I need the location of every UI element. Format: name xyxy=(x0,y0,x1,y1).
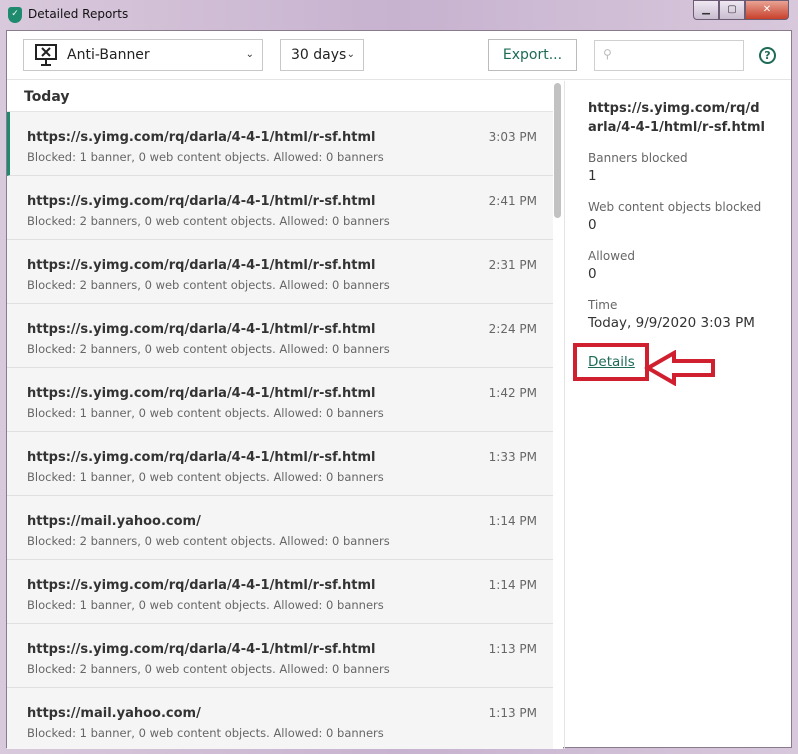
item-description: Blocked: 2 banners, 0 web content object… xyxy=(27,278,390,292)
title-bar: ✓ Detailed Reports ▁ ▢ ✕ xyxy=(0,0,798,30)
item-description: Blocked: 2 banners, 0 web content object… xyxy=(27,534,390,548)
search-icon: ⚲ xyxy=(603,47,612,61)
web-content-blocked-label: Web content objects blocked xyxy=(588,200,762,214)
item-url: https://s.yimg.com/rq/darla/4-4-1/html/r… xyxy=(27,642,376,657)
report-list: Today https://s.yimg.com/rq/darla/4-4-1/… xyxy=(7,81,563,749)
list-item[interactable]: https://s.yimg.com/rq/darla/4-4-1/html/r… xyxy=(7,176,553,240)
item-url: https://s.yimg.com/rq/darla/4-4-1/html/r… xyxy=(27,386,376,401)
item-time: 1:13 PM xyxy=(488,706,537,720)
annotation-arrow-icon xyxy=(644,350,715,386)
item-description: Blocked: 2 banners, 0 web content object… xyxy=(27,662,390,676)
scrollbar-thumb[interactable] xyxy=(554,83,561,218)
item-url: https://mail.yahoo.com/ xyxy=(27,514,201,529)
item-description: Blocked: 1 banner, 0 web content objects… xyxy=(27,470,384,484)
item-url: https://s.yimg.com/rq/darla/4-4-1/html/r… xyxy=(27,258,376,273)
kaspersky-shield-icon: ✓ xyxy=(8,7,22,23)
list-item[interactable]: https://s.yimg.com/rq/darla/4-4-1/html/r… xyxy=(7,368,553,432)
chevron-down-icon: ⌄ xyxy=(245,49,254,60)
scrollbar[interactable] xyxy=(553,81,563,749)
allowed-value: 0 xyxy=(588,266,597,282)
time-label: Time xyxy=(588,298,618,312)
list-item[interactable]: https://s.yimg.com/rq/darla/4-4-1/html/r… xyxy=(7,624,553,688)
item-description: Blocked: 1 banner, 0 web content objects… xyxy=(27,406,384,420)
maximize-button[interactable]: ▢ xyxy=(719,0,745,20)
toolbar: Anti-Banner ⌄ 30 days ⌄ Export... ⚲ ? xyxy=(7,31,791,80)
search-input[interactable]: ⚲ xyxy=(594,40,744,71)
item-description: Blocked: 2 banners, 0 web content object… xyxy=(27,342,390,356)
detail-title: https://s.yimg.com/rq/darla/4-4-1/html/r… xyxy=(588,101,765,135)
minimize-button[interactable]: ▁ xyxy=(693,0,719,20)
item-description: Blocked: 1 banner, 0 web content objects… xyxy=(27,598,384,612)
list-item[interactable]: https://s.yimg.com/rq/darla/4-4-1/html/r… xyxy=(7,560,553,624)
report-window: Anti-Banner ⌄ 30 days ⌄ Export... ⚲ ? To… xyxy=(6,30,792,749)
item-description: Blocked: 2 banners, 0 web content object… xyxy=(27,214,390,228)
item-url: https://s.yimg.com/rq/darla/4-4-1/html/r… xyxy=(27,578,376,593)
list-item[interactable]: https://mail.yahoo.com/Blocked: 2 banner… xyxy=(7,496,553,560)
component-select-value: Anti-Banner xyxy=(67,47,150,63)
item-time: 1:13 PM xyxy=(488,642,537,656)
component-select[interactable]: Anti-Banner ⌄ xyxy=(23,39,263,71)
window-title: Detailed Reports xyxy=(28,7,129,21)
list-item[interactable]: https://s.yimg.com/rq/darla/4-4-1/html/r… xyxy=(7,112,553,176)
item-url: https://mail.yahoo.com/ xyxy=(27,706,201,721)
item-url: https://s.yimg.com/rq/darla/4-4-1/html/r… xyxy=(27,450,376,465)
detail-pane: https://s.yimg.com/rq/darla/4-4-1/html/r… xyxy=(564,81,791,749)
item-time: 2:24 PM xyxy=(488,322,537,336)
list-item[interactable]: https://s.yimg.com/rq/darla/4-4-1/html/r… xyxy=(7,240,553,304)
anti-banner-icon xyxy=(34,43,58,66)
item-description: Blocked: 1 banner, 0 web content objects… xyxy=(27,726,384,740)
item-time: 1:42 PM xyxy=(488,386,537,400)
item-time: 1:33 PM xyxy=(488,450,537,464)
item-time: 2:31 PM xyxy=(488,258,537,272)
web-content-blocked-value: 0 xyxy=(588,217,597,233)
help-icon[interactable]: ? xyxy=(759,47,776,64)
period-select-value: 30 days xyxy=(291,47,347,63)
section-header: Today xyxy=(7,81,563,112)
item-time: 1:14 PM xyxy=(488,578,537,592)
export-button[interactable]: Export... xyxy=(488,39,577,71)
details-highlight-box: Details xyxy=(573,343,649,381)
banners-blocked-label: Banners blocked xyxy=(588,151,688,165)
item-url: https://s.yimg.com/rq/darla/4-4-1/html/r… xyxy=(27,130,376,145)
item-time: 2:41 PM xyxy=(488,194,537,208)
allowed-label: Allowed xyxy=(588,249,636,263)
period-select[interactable]: 30 days ⌄ xyxy=(280,39,364,71)
close-button[interactable]: ✕ xyxy=(745,0,789,20)
item-time: 3:03 PM xyxy=(488,130,537,144)
item-time: 1:14 PM xyxy=(488,514,537,528)
list-item[interactable]: https://s.yimg.com/rq/darla/4-4-1/html/r… xyxy=(7,304,553,368)
time-value: Today, 9/9/2020 3:03 PM xyxy=(588,315,755,331)
banners-blocked-value: 1 xyxy=(588,168,597,184)
item-url: https://s.yimg.com/rq/darla/4-4-1/html/r… xyxy=(27,322,376,337)
chevron-down-icon: ⌄ xyxy=(346,49,355,60)
list-item[interactable]: https://mail.yahoo.com/Blocked: 1 banner… xyxy=(7,688,553,749)
details-link[interactable]: Details xyxy=(588,354,635,370)
item-url: https://s.yimg.com/rq/darla/4-4-1/html/r… xyxy=(27,194,376,209)
list-item[interactable]: https://s.yimg.com/rq/darla/4-4-1/html/r… xyxy=(7,432,553,496)
item-description: Blocked: 1 banner, 0 web content objects… xyxy=(27,150,384,164)
